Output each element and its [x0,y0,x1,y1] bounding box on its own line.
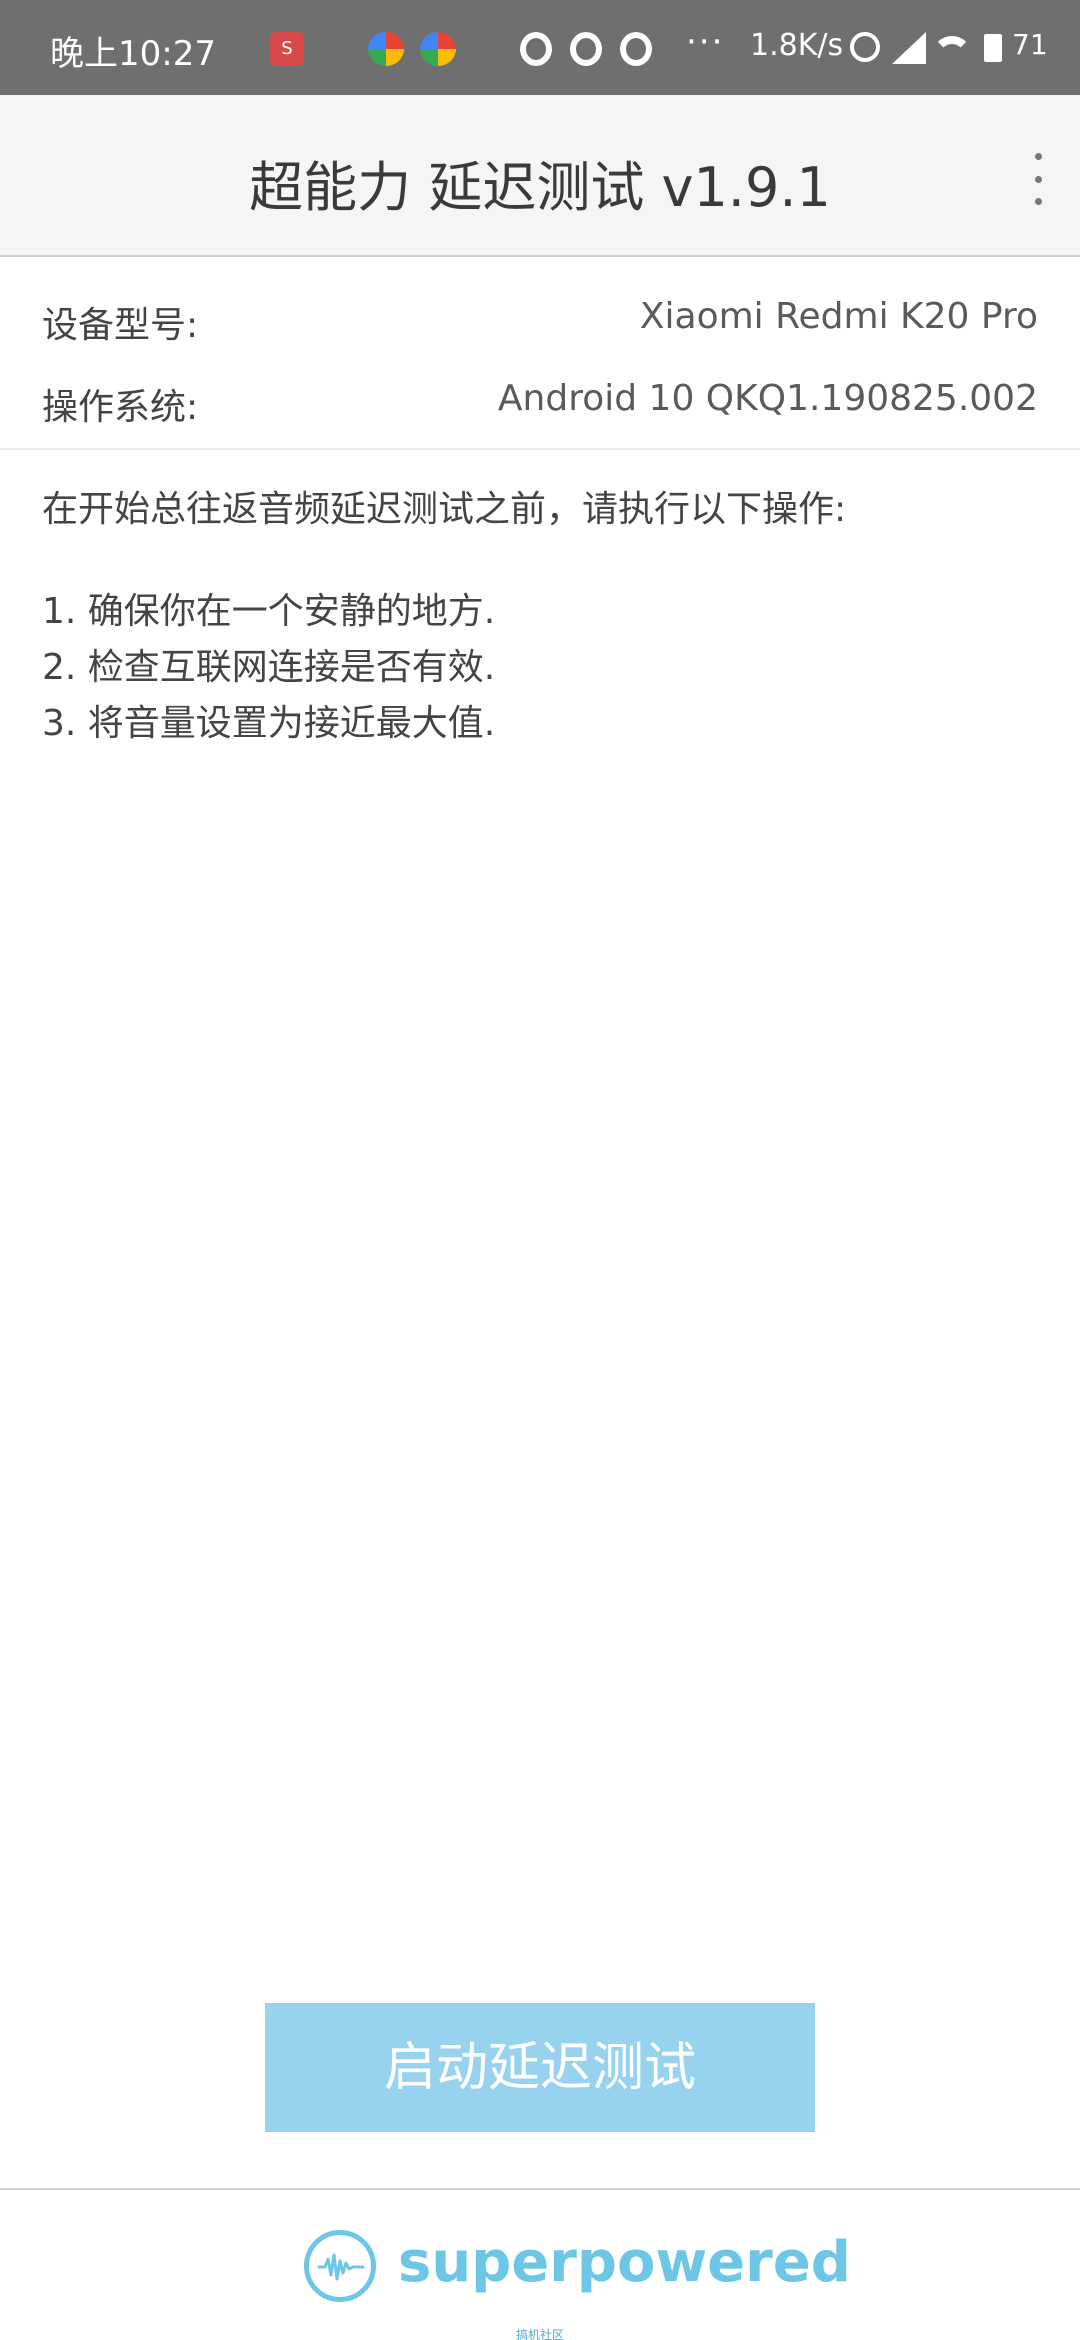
os-row: 操作系统: Android 10 QKQ1.190825.002 [42,368,1038,428]
status-time: 晚上10:27 [50,34,216,74]
app-title: 超能力 延迟测试 v1.9.1 [249,156,831,219]
more-vertical-icon[interactable] [1026,153,1050,205]
device-model-row: 设备型号: Xiaomi Redmi K20 Pro [42,286,1038,346]
alarm-icon [850,32,880,62]
instructions: 在开始总往返音频延迟测试之前，请执行以下操作: 1. 确保你在一个安静的地方. … [42,480,1042,752]
watermark: 搞机社区 [515,2328,564,2340]
qq-icon [620,32,652,66]
start-latency-test-button[interactable]: 启动延迟测试 [265,2003,815,2132]
device-model-value: Xiaomi Redmi K20 Pro [639,296,1038,337]
battery-icon [984,34,1002,62]
device-model-label: 设备型号: [42,305,199,346]
footer: superpowered 搞机社区 [0,2188,1080,2340]
os-label: 操作系统: [42,387,199,428]
superpowered-logo-icon [304,2230,376,2302]
instructions-intro: 在开始总往返音频延迟测试之前，请执行以下操作: [42,489,847,530]
instruction-step: 3. 将音量设置为接近最大值. [42,703,496,744]
instruction-step: 2. 检查互联网连接是否有效. [42,647,496,688]
instruction-step: 1. 确保你在一个安静的地方. [42,591,496,632]
network-speed: 1.8K/s [750,28,844,63]
os-value: Android 10 QKQ1.190825.002 [497,378,1038,419]
device-info: 设备型号: Xiaomi Redmi K20 Pro 操作系统: Android… [0,258,1080,450]
signal-icon [892,32,926,64]
app-screen: 晚上10:27 S ··· 1.8K/s 71 超能力 延迟测试 v1.9.1 … [0,0,1080,2340]
pinwheel-icon [368,32,404,66]
brand-name: superpowered [398,2230,851,2295]
app-bar: 超能力 延迟测试 v1.9.1 [0,95,1080,257]
app-badge-icon: S [270,32,304,66]
more-notifications-icon: ··· [686,22,725,62]
wifi-icon [934,30,974,70]
battery-level: 71 [1012,28,1048,61]
qq-icon [520,32,552,66]
status-bar: 晚上10:27 S ··· 1.8K/s 71 [0,0,1080,95]
qq-icon [570,32,602,66]
pinwheel-icon [420,32,456,66]
